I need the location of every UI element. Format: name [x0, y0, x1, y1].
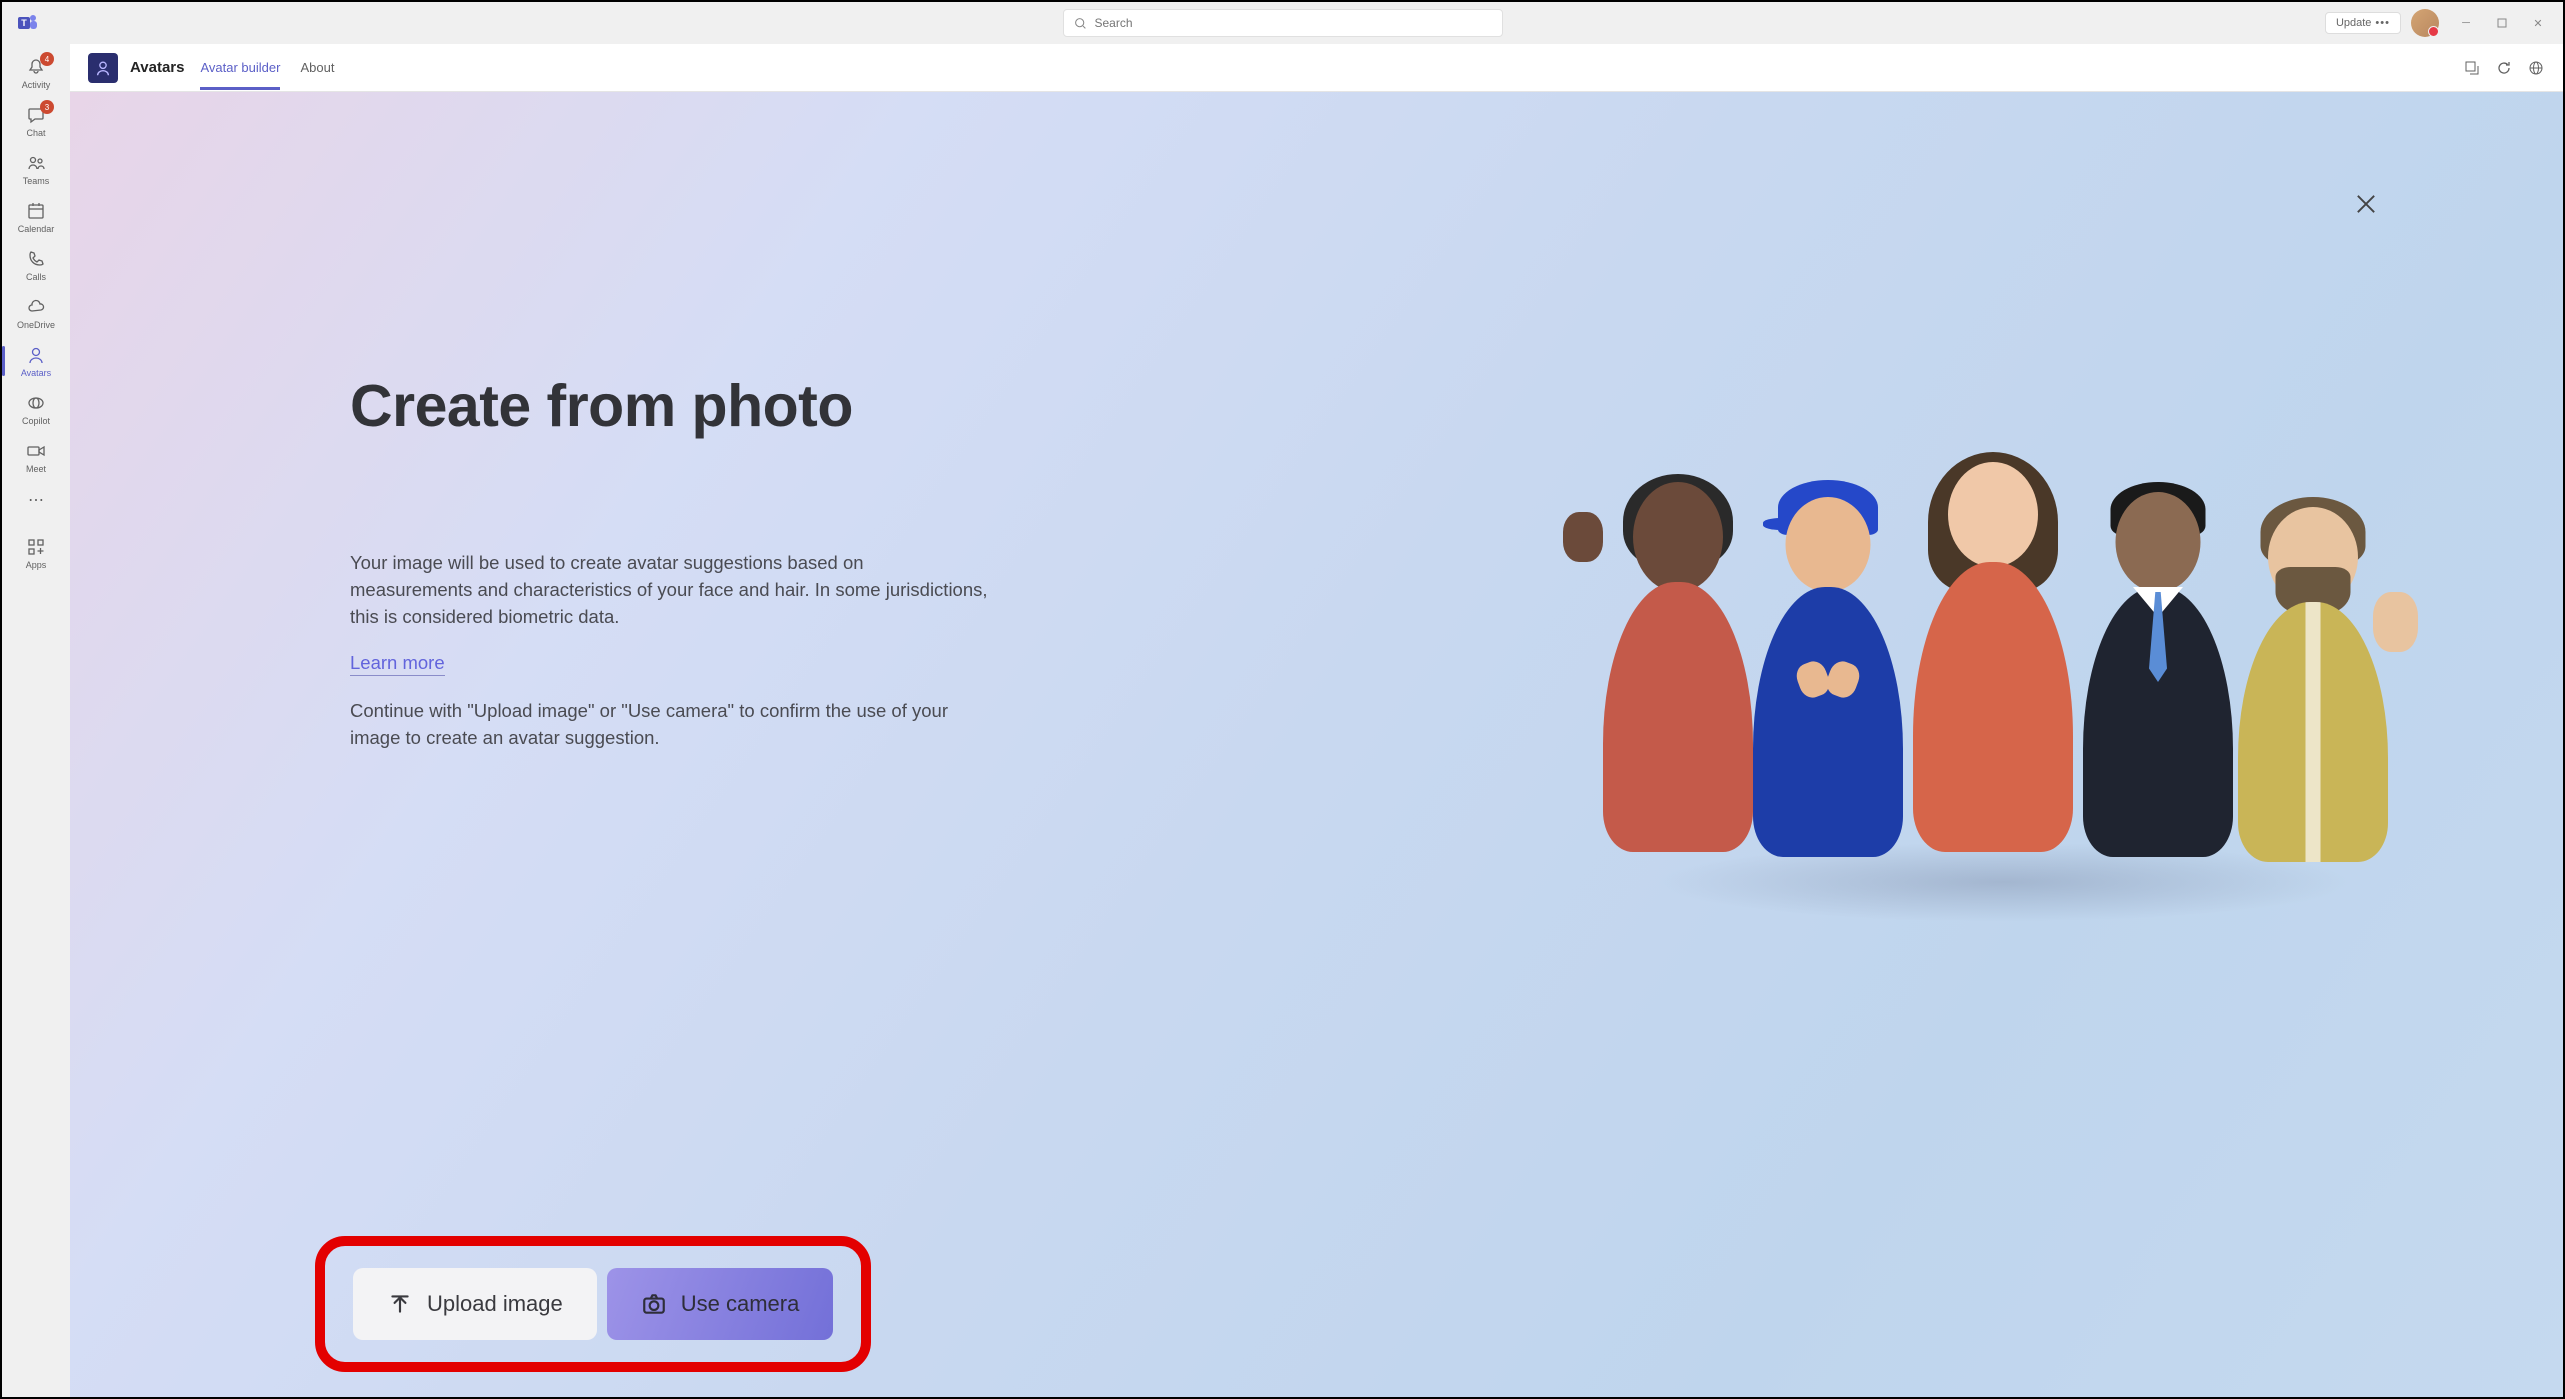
activity-badge: 4: [40, 52, 54, 66]
window-maximize-button[interactable]: [2485, 9, 2519, 37]
upload-icon: [387, 1291, 413, 1317]
search-icon: [1074, 17, 1087, 30]
user-avatar[interactable]: [2411, 9, 2439, 37]
close-button[interactable]: [2349, 187, 2383, 221]
copilot-icon: [25, 392, 47, 414]
video-icon: [25, 440, 47, 462]
content-canvas: Create from photo Your image will be use…: [70, 92, 2563, 1397]
upload-image-button[interactable]: Upload image: [353, 1268, 597, 1340]
rail-item-calls[interactable]: Calls: [6, 242, 66, 288]
tab-avatar-builder[interactable]: Avatar builder: [200, 46, 280, 89]
rail-label: Avatars: [21, 368, 51, 378]
avatars-app-icon: [88, 53, 118, 83]
rail-item-avatars[interactable]: Avatars: [6, 338, 66, 384]
apps-icon: [25, 536, 47, 558]
search-input[interactable]: [1095, 16, 1492, 30]
tab-about[interactable]: About: [300, 46, 334, 89]
rail-label: Meet: [26, 464, 46, 474]
avatar-figure-2: [1743, 482, 1913, 862]
rail-label: Activity: [22, 80, 51, 90]
description-text-1: Your image will be used to create avatar…: [350, 550, 990, 630]
app-title: Avatars: [130, 59, 184, 76]
camera-label: Use camera: [681, 1291, 800, 1317]
rail-label: OneDrive: [17, 320, 55, 330]
rail-label: Teams: [23, 176, 50, 186]
update-button[interactable]: Update•••: [2325, 12, 2401, 34]
rail-label: Calls: [26, 272, 46, 282]
rail-label: Calendar: [18, 224, 55, 234]
camera-icon: [641, 1291, 667, 1317]
page-heading: Create from photo: [350, 372, 990, 440]
rail-item-onedrive[interactable]: OneDrive: [6, 290, 66, 336]
use-camera-button[interactable]: Use camera: [607, 1268, 834, 1340]
avatar-figure-3: [1903, 462, 2083, 862]
titlebar: T Update••• ─ ✕: [2, 2, 2563, 44]
search-bar[interactable]: [1063, 9, 1503, 37]
avatar-figure-5: [2223, 492, 2403, 862]
rail-item-copilot[interactable]: Copilot: [6, 386, 66, 432]
calendar-icon: [25, 200, 47, 222]
chat-badge: 3: [40, 100, 54, 114]
rail-label: Copilot: [22, 416, 50, 426]
app-header: Avatars Avatar builder About: [70, 44, 2563, 92]
window-minimize-button[interactable]: ─: [2449, 9, 2483, 37]
cloud-icon: [25, 296, 47, 318]
popout-icon[interactable]: [2463, 59, 2481, 77]
upload-label: Upload image: [427, 1291, 563, 1317]
rail-label: Chat: [26, 128, 45, 138]
svg-text:T: T: [21, 18, 27, 28]
description-text-2: Continue with "Upload image" or "Use cam…: [350, 698, 990, 752]
rail-item-chat[interactable]: 3 Chat: [6, 98, 66, 144]
teams-icon: [25, 152, 47, 174]
left-rail: 4 Activity 3 Chat Teams Calendar Calls: [2, 44, 70, 1397]
avatar-figure-1: [1593, 482, 1763, 862]
avatar-icon: [25, 344, 47, 366]
rail-label: Apps: [26, 560, 47, 570]
globe-icon[interactable]: [2527, 59, 2545, 77]
window-close-button[interactable]: ✕: [2521, 9, 2555, 37]
rail-item-activity[interactable]: 4 Activity: [6, 50, 66, 96]
teams-logo-icon: T: [14, 9, 42, 37]
rail-item-apps[interactable]: Apps: [6, 530, 66, 576]
rail-item-calendar[interactable]: Calendar: [6, 194, 66, 240]
action-buttons-highlight: Upload image Use camera: [315, 1236, 871, 1372]
avatars-illustration: [1593, 422, 2413, 862]
phone-icon: [25, 248, 47, 270]
refresh-icon[interactable]: [2495, 59, 2513, 77]
rail-more-button[interactable]: ⋯: [20, 482, 52, 518]
learn-more-link[interactable]: Learn more: [350, 652, 445, 676]
rail-item-teams[interactable]: Teams: [6, 146, 66, 192]
avatar-figure-4: [2073, 482, 2243, 862]
rail-item-meet[interactable]: Meet: [6, 434, 66, 480]
